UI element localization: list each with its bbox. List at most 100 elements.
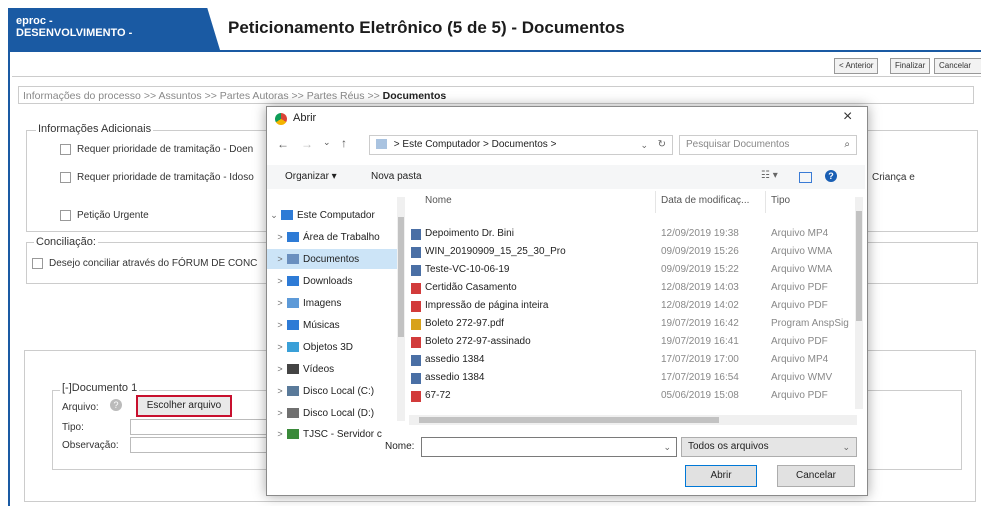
- forward-arrow-icon[interactable]: →: [301, 137, 313, 151]
- crumb-step[interactable]: Partes Autoras: [220, 90, 289, 102]
- nav-item-objetos-3d[interactable]: > Objetos 3D: [267, 337, 401, 357]
- column-header-date[interactable]: Data de modificaç...: [661, 195, 749, 206]
- chevron-icon[interactable]: >: [273, 271, 287, 291]
- chevron-icon[interactable]: >: [273, 315, 287, 335]
- chevron-down-icon: ⌄: [842, 442, 850, 452]
- nav-item-downloads[interactable]: > Downloads: [267, 271, 401, 291]
- checkbox[interactable]: [60, 210, 71, 221]
- pdf-file-icon: [411, 337, 421, 348]
- drive-icon: [287, 386, 299, 397]
- column-header-name[interactable]: Nome: [425, 195, 452, 206]
- chevron-icon[interactable]: >: [273, 227, 287, 247]
- checkbox[interactable]: [60, 172, 71, 183]
- back-arrow-icon[interactable]: ←: [277, 137, 289, 151]
- chevron-icon[interactable]: ⌄: [267, 205, 281, 225]
- scrollbar-thumb[interactable]: [398, 217, 404, 337]
- open-button[interactable]: Abrir: [685, 465, 757, 487]
- column-header-type[interactable]: Tipo: [771, 195, 790, 206]
- horizontal-scrollbar[interactable]: [409, 415, 857, 425]
- observation-input[interactable]: [130, 437, 272, 453]
- file-type: Program AnspSig: [771, 318, 849, 329]
- file-row[interactable]: assedio 1384 17/07/2019 16:54 Arquivo WMV: [409, 369, 837, 387]
- priority-disease-option[interactable]: Requer prioridade de tramitação - Doen: [60, 144, 253, 155]
- address-bar[interactable]: > Este Computador > Documentos > ⌄ ↻: [369, 135, 673, 155]
- chevron-icon[interactable]: >: [273, 293, 287, 313]
- search-placeholder: Pesquisar Documentos: [686, 139, 790, 150]
- pdf-file-icon: [411, 283, 421, 294]
- nav-item-area-de-trabalho[interactable]: > Área de Trabalho: [267, 227, 401, 247]
- previous-button[interactable]: < Anterior: [834, 58, 879, 74]
- nav-item-musicas[interactable]: > Músicas: [267, 315, 401, 335]
- file-row[interactable]: Certidão Casamento 12/08/2019 14:03 Arquiv…: [409, 279, 837, 297]
- nav-label: Vídeos: [303, 364, 335, 375]
- file-date: 12/09/2019 19:38: [661, 228, 739, 239]
- file-row[interactable]: Impressão de página inteira 12/08/2019 14…: [409, 297, 837, 315]
- option-label: Petição Urgente: [77, 210, 149, 222]
- file-row[interactable]: Teste-VC-10-06-19 09/09/2019 15:22 Arquivo…: [409, 261, 837, 279]
- file-date: 19/07/2019 16:41: [661, 336, 739, 347]
- chevron-icon[interactable]: >: [273, 381, 287, 401]
- search-icon: ⌕: [844, 139, 850, 150]
- recent-chevron-icon[interactable]: ⌄: [323, 137, 331, 148]
- address-segment[interactable]: Documentos: [492, 139, 548, 150]
- nav-label: Disco Local (C:): [303, 386, 375, 397]
- scrollbar-thumb[interactable]: [856, 211, 862, 321]
- crumb-step[interactable]: Assuntos: [158, 90, 201, 102]
- scrollbar-thumb[interactable]: [419, 417, 719, 423]
- nav-item-este-computador[interactable]: ⌄ Este Computador: [267, 205, 395, 225]
- chevron-icon[interactable]: >: [273, 337, 287, 357]
- help-icon[interactable]: ?: [110, 399, 122, 411]
- pdf-file-icon: [411, 391, 421, 402]
- view-options-icon[interactable]: ☷ ▾: [761, 170, 778, 181]
- cancel-button[interactable]: Cancelar: [777, 465, 855, 487]
- organize-menu[interactable]: Organizar ▾: [285, 171, 337, 182]
- file-row[interactable]: Depoimento Dr. Bini 12/09/2019 19:38 Arqui…: [409, 225, 837, 243]
- nav-item-disco-d[interactable]: > Disco Local (D:): [267, 403, 401, 423]
- chevron-icon[interactable]: >: [273, 359, 287, 379]
- priority-elderly-option[interactable]: Requer prioridade de tramitação - Idoso: [60, 172, 254, 183]
- nav-item-videos[interactable]: > Vídeos: [267, 359, 401, 379]
- nav-scrollbar[interactable]: [397, 197, 405, 421]
- file-type-filter[interactable]: Todos os arquivos ⌄: [681, 437, 857, 457]
- file-name: Boleto 272-97-assinado: [425, 336, 531, 347]
- nav-item-disco-c[interactable]: > Disco Local (C:): [267, 381, 401, 401]
- cancel-page-button[interactable]: Cancelar: [934, 58, 981, 74]
- nav-item-imagens[interactable]: > Imagens: [267, 293, 401, 313]
- new-folder-button[interactable]: Nova pasta: [371, 171, 422, 182]
- file-list-scrollbar[interactable]: [855, 197, 863, 409]
- finish-button[interactable]: Finalizar: [890, 58, 931, 74]
- chevron-down-icon[interactable]: ⌄: [663, 438, 671, 456]
- crumb-step[interactable]: Partes Réus: [307, 90, 365, 102]
- crumb-step[interactable]: Informações do processo: [23, 90, 141, 102]
- checkbox[interactable]: [32, 258, 43, 269]
- close-icon[interactable]: ×: [843, 108, 852, 126]
- document-legend[interactable]: [-]Documento 1: [60, 382, 140, 394]
- preview-pane-icon[interactable]: [799, 172, 812, 183]
- file-row[interactable]: Boleto 272-97-assinado 19/07/2019 16:41 Ar…: [409, 333, 837, 351]
- column-divider[interactable]: [655, 191, 656, 213]
- env-line2: DESENVOLVIMENTO -: [16, 27, 133, 39]
- help-icon[interactable]: ?: [825, 170, 837, 182]
- file-row[interactable]: assedio 1384 17/07/2019 17:00 Arquivo MP4: [409, 351, 837, 369]
- chevron-icon[interactable]: >: [273, 403, 287, 423]
- up-arrow-icon[interactable]: ↑: [341, 136, 347, 150]
- filename-input[interactable]: ⌄: [421, 437, 677, 457]
- checkbox[interactable]: [60, 144, 71, 155]
- nav-item-tjsc-servidor[interactable]: > TJSC - Servidor c: [267, 425, 401, 443]
- type-select[interactable]: [130, 419, 272, 435]
- chevron-icon[interactable]: >: [273, 249, 287, 269]
- dialog-title: Abrir: [293, 112, 317, 124]
- file-row[interactable]: WIN_20190909_15_25_30_Pro 09/09/2019 15:2…: [409, 243, 837, 261]
- address-dropdown-icon[interactable]: ⌄: [640, 136, 648, 154]
- nav-item-documentos[interactable]: > Documentos: [267, 249, 401, 269]
- file-row[interactable]: 67-72 05/06/2019 15:08 Arquivo PDF: [409, 387, 837, 405]
- choose-file-button[interactable]: Escolher arquivo: [136, 395, 232, 417]
- column-divider[interactable]: [765, 191, 766, 213]
- address-segment[interactable]: Este Computador: [402, 139, 480, 150]
- refresh-icon[interactable]: ↻: [658, 136, 666, 154]
- chevron-icon[interactable]: >: [273, 425, 287, 443]
- search-input[interactable]: Pesquisar Documentos ⌕: [679, 135, 857, 155]
- urgent-option[interactable]: Petição Urgente: [60, 210, 149, 221]
- file-row[interactable]: Boleto 272-97.pdf 19/07/2019 16:42 Program…: [409, 315, 849, 333]
- conciliar-option[interactable]: Desejo conciliar através do FÓRUM DE CON…: [32, 258, 257, 269]
